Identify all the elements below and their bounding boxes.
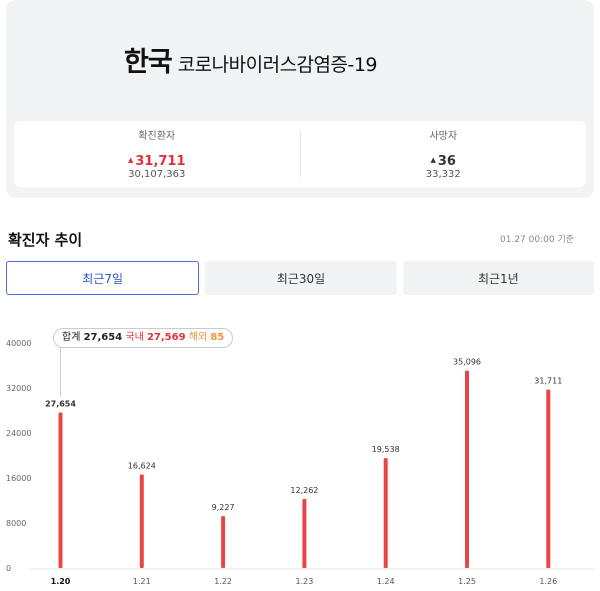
country-title: 한국 bbox=[124, 47, 173, 78]
deaths-label: 사망자 bbox=[429, 131, 458, 142]
period-tabs: 최근7일 최근30일 최근1년 bbox=[6, 261, 594, 295]
y-tick-label: 8000 bbox=[6, 519, 26, 528]
bar-value-label: 27,654 bbox=[45, 399, 76, 408]
up-arrow-icon: ▲ bbox=[127, 156, 134, 164]
x-tick-label: 1.25 bbox=[458, 577, 476, 586]
summary-card: 한국 코로나바이러스감염증-19 확진환자 ▲ 31,711 30,107,363 … bbox=[6, 0, 594, 198]
x-tick-label: 1.20 bbox=[51, 577, 71, 586]
tab-1-year[interactable]: 최근1년 bbox=[402, 261, 594, 295]
bar-value-label: 12,262 bbox=[290, 486, 318, 495]
tooltip-overseas-label: 해외 bbox=[188, 332, 208, 343]
x-tick-label: 1.22 bbox=[214, 577, 232, 586]
deaths-change-value: 36 bbox=[437, 154, 456, 169]
y-tick-label: 32000 bbox=[6, 384, 31, 393]
deaths-change: ▲ 36 bbox=[301, 151, 587, 169]
section-title: 확진자 추이 bbox=[8, 231, 83, 249]
bar-value-label: 19,538 bbox=[372, 445, 400, 454]
bar-1.26 bbox=[546, 389, 551, 568]
tab-30-days[interactable]: 최근30일 bbox=[205, 261, 397, 295]
confirmed-label: 확진환자 bbox=[138, 131, 176, 142]
tooltip-total-value: 27,654 bbox=[83, 332, 123, 343]
bar-value-label: 35,096 bbox=[453, 358, 481, 367]
y-tick-label: 40000 bbox=[6, 339, 31, 348]
x-tick-label: 1.24 bbox=[377, 577, 395, 586]
stats-box: 확진환자 ▲ 31,711 30,107,363 사망자 ▲ 36 33,332 bbox=[14, 121, 586, 187]
page-title: 한국 코로나바이러스감염증-19 bbox=[124, 40, 378, 79]
bar-value-label: 31,711 bbox=[534, 377, 562, 386]
bar-1.22 bbox=[221, 516, 226, 568]
deaths-total: 33,332 bbox=[425, 169, 461, 180]
bar-1.21 bbox=[139, 474, 144, 568]
disease-title: 코로나바이러스감염증-19 bbox=[177, 54, 378, 76]
y-tick-label: 16000 bbox=[6, 474, 31, 483]
tooltip-domestic-value: 27,569 bbox=[146, 332, 186, 343]
bar-1.23 bbox=[302, 499, 307, 568]
tooltip-total-label: 합계 bbox=[62, 332, 81, 343]
y-tick-label: 24000 bbox=[6, 429, 31, 438]
tooltip-overseas-value: 85 bbox=[210, 332, 225, 343]
y-tick-label: 0 bbox=[6, 564, 11, 573]
confirmed-change-value: 31,711 bbox=[135, 154, 186, 169]
x-tick-label: 1.26 bbox=[539, 577, 557, 586]
bar-value-label: 16,624 bbox=[128, 461, 156, 470]
bar-value-label: 9,227 bbox=[212, 503, 235, 512]
confirmed-stat: 확진환자 ▲ 31,711 30,107,363 bbox=[14, 121, 300, 187]
tooltip-domestic-label: 국내 bbox=[125, 332, 144, 343]
x-tick-label: 1.23 bbox=[295, 577, 313, 586]
bar-1.20 bbox=[58, 412, 63, 568]
bar-1.25 bbox=[465, 370, 469, 568]
confirmed-change: ▲ 31,711 bbox=[14, 151, 300, 169]
up-arrow-icon: ▲ bbox=[430, 156, 436, 164]
deaths-stat: 사망자 ▲ 36 33,332 bbox=[299, 131, 587, 180]
x-tick-label: 1.21 bbox=[133, 577, 151, 586]
as-of-timestamp: 01.27 00:00 기준 bbox=[500, 235, 574, 245]
chart-tooltip: 합계 27,654 국내 27,569 해외 85 bbox=[53, 328, 234, 348]
confirmed-total: 30,107,363 bbox=[128, 169, 186, 180]
bar-1.24 bbox=[383, 458, 388, 568]
tab-7-days[interactable]: 최근7일 bbox=[6, 261, 200, 295]
bar-chart: 0 8000 16000 24000 32000 40000 27,654 1.20 16,62… bbox=[6, 339, 594, 586]
